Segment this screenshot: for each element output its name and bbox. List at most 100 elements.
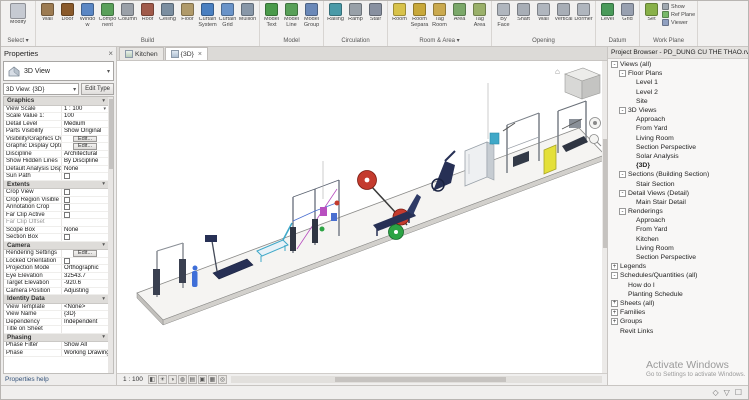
ribbon-button-dormer[interactable]: Dormer — [574, 2, 593, 23]
tree-item-how-do-i[interactable]: How do I — [608, 281, 748, 290]
checkbox[interactable] — [64, 204, 70, 210]
property-section-identity-data[interactable]: Identity Data▾ — [4, 295, 108, 304]
tree-item-level-2[interactable]: Level 2 — [608, 88, 748, 97]
ribbon-button-door[interactable]: Door — [58, 2, 77, 23]
ribbon-button-mullion[interactable]: Mullion — [238, 2, 257, 23]
visual-style-icon[interactable]: ◧ — [148, 375, 157, 384]
expand-icon[interactable]: + — [611, 263, 618, 270]
tree-item-views-all[interactable]: -Views (all) — [608, 60, 748, 69]
property-value[interactable] — [62, 326, 108, 333]
property-value[interactable]: By Discipline — [62, 158, 108, 165]
tree-item-schedules-quantities-all[interactable]: -Schedules/Quantities (all) — [608, 271, 748, 280]
property-value[interactable]: {3D} — [62, 311, 108, 318]
tree-item-approach[interactable]: Approach — [608, 115, 748, 124]
scale-button[interactable]: 1 : 100 — [120, 375, 146, 384]
tree-item-level-1[interactable]: Level 1 — [608, 78, 748, 87]
property-value[interactable]: Orthographic — [62, 265, 108, 272]
equipment-storage-cabinet[interactable] — [465, 83, 494, 186]
ribbon-group-label[interactable]: Model — [262, 37, 321, 46]
tree-item-section-perspective[interactable]: Section Perspective — [608, 253, 748, 262]
horizontal-scrollbar[interactable] — [231, 376, 602, 383]
ribbon-group-label[interactable]: Select ▾ — [3, 36, 33, 46]
ribbon-button-modify[interactable]: Modify — [3, 2, 33, 26]
selection-filter-icon[interactable]: ▽ — [724, 388, 730, 397]
floor-slab[interactable] — [137, 128, 605, 325]
property-value[interactable] — [62, 258, 108, 265]
tree-item-solar-analysis[interactable]: Solar Analysis — [608, 152, 748, 161]
property-value[interactable]: Edit... — [62, 143, 108, 150]
ribbon-button-tag-area[interactable]: Tag Area — [470, 2, 489, 29]
temporary-hide-isolate-icon[interactable]: ▦ — [208, 375, 217, 384]
scrollbar-thumb[interactable] — [109, 99, 113, 169]
tree-item-revit-links[interactable]: Revit Links — [608, 326, 748, 335]
property-value[interactable] — [62, 189, 108, 196]
view-tab-kitchen[interactable]: Kitchen — [119, 47, 164, 60]
ribbon-button-wall[interactable]: Wall — [534, 2, 553, 23]
property-section-camera[interactable]: Camera▾ — [4, 242, 108, 251]
property-value[interactable] — [62, 212, 108, 219]
tree-item-approach[interactable]: Approach — [608, 216, 748, 225]
ribbon-button-viewer[interactable]: Viewer — [662, 19, 695, 26]
property-value[interactable]: Independent — [62, 319, 108, 326]
tree-item-3d-views[interactable]: -3D Views — [608, 106, 748, 115]
edit-type-button[interactable]: Edit Type — [81, 83, 114, 95]
property-value[interactable]: -920.6 — [62, 280, 108, 287]
property-value[interactable]: Show Original — [62, 128, 108, 135]
ribbon-button-tag-room[interactable]: Tag Room — [430, 2, 449, 29]
worksharing-display-icon[interactable]: ◇ — [713, 388, 719, 397]
ribbon-button-ramp[interactable]: Ramp — [346, 2, 365, 23]
tree-item-kitchen[interactable]: Kitchen — [608, 235, 748, 244]
property-value[interactable]: Medium — [62, 121, 108, 128]
viewcube[interactable]: ⌂ — [555, 67, 600, 99]
edit-button[interactable]: Edit... — [73, 136, 97, 143]
expand-icon[interactable]: + — [611, 309, 618, 316]
equipment-green-plate[interactable] — [389, 225, 404, 240]
properties-scrollbar[interactable] — [108, 97, 113, 373]
equipment-yellow-panel[interactable] — [544, 145, 556, 174]
property-section-phasing[interactable]: Phasing▾ — [4, 334, 108, 343]
ribbon-button-railing[interactable]: Railing — [326, 2, 345, 23]
tree-item-living-room[interactable]: Living Room — [608, 134, 748, 143]
checkbox[interactable] — [64, 197, 70, 203]
tree-item-sections-building-section[interactable]: -Sections (Building Section) — [608, 170, 748, 179]
edit-button[interactable]: Edit... — [73, 143, 97, 150]
checkbox[interactable] — [64, 234, 70, 240]
ribbon-button-room[interactable]: Room — [390, 2, 409, 23]
show-crop-region-icon[interactable]: ▣ — [198, 375, 207, 384]
ribbon-group-label[interactable]: Circulation — [326, 37, 385, 46]
ribbon-button-model-line[interactable]: Model Line — [282, 2, 301, 29]
sun-settings-icon[interactable]: ☀ — [158, 375, 167, 384]
property-value[interactable] — [62, 173, 108, 180]
collapse-icon[interactable]: - — [619, 171, 626, 178]
navigation-bar[interactable] — [590, 118, 602, 147]
property-value[interactable]: None — [62, 227, 108, 234]
ribbon-button-roof[interactable]: Roof — [138, 2, 157, 23]
tree-item-legends[interactable]: +Legends — [608, 262, 748, 271]
ribbon-button-set[interactable]: Set — [642, 2, 661, 23]
ribbon-button-curtain-grid[interactable]: Curtain Grid — [218, 2, 237, 29]
properties-help-link[interactable]: Properties help — [5, 376, 49, 383]
tree-item-planting-schedule[interactable]: Planting Schedule — [608, 290, 748, 299]
property-section-graphics[interactable]: Graphics▾ — [4, 97, 108, 106]
ribbon-group-label[interactable]: Build — [38, 37, 257, 46]
tree-item-detail-views-detail[interactable]: -Detail Views (Detail) — [608, 189, 748, 198]
tree-item-sheets-all[interactable]: +Sheets (all) — [608, 299, 748, 308]
tree-item-living-room[interactable]: Living Room — [608, 244, 748, 253]
tree-item-site[interactable]: Site — [608, 97, 748, 106]
tree-item-from-yard[interactable]: From Yard — [608, 225, 748, 234]
collapse-icon[interactable]: - — [619, 107, 626, 114]
ribbon-group-label[interactable]: Work Plane — [642, 37, 695, 46]
property-value[interactable]: None — [62, 166, 108, 173]
close-tab-icon[interactable]: × — [198, 51, 202, 58]
ribbon-button-vertical[interactable]: Vertical — [554, 2, 573, 23]
equipment-cyan-box[interactable] — [490, 133, 499, 144]
property-value[interactable] — [62, 234, 108, 241]
select-toggle-icon[interactable]: ☐ — [735, 388, 742, 397]
tree-item-from-yard[interactable]: From Yard — [608, 124, 748, 133]
render-dialog-icon[interactable]: ◍ — [178, 375, 187, 384]
property-value[interactable]: 32543.7 — [62, 273, 108, 280]
scrollbar-thumb[interactable] — [603, 139, 607, 248]
property-value[interactable]: Adjusting — [62, 288, 108, 295]
checkbox[interactable] — [64, 258, 70, 264]
ribbon-button-area[interactable]: Area — [450, 2, 469, 23]
